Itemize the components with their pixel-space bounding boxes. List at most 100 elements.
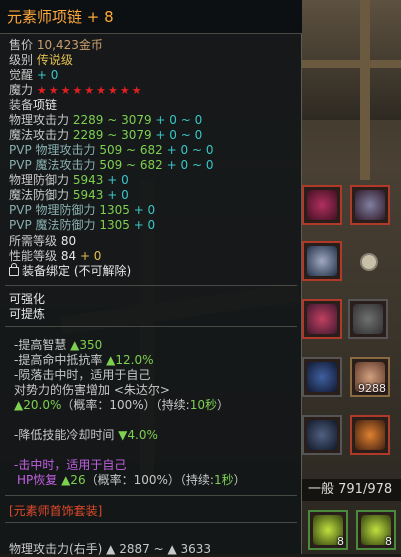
divider bbox=[5, 495, 297, 496]
req-level-label: 所需等级 bbox=[9, 234, 58, 248]
stat-base: 5943 bbox=[72, 173, 104, 187]
divider bbox=[5, 326, 297, 327]
effect-text: -击中时，适用于自己 bbox=[14, 458, 127, 472]
stat-base: 509 ~ 682 bbox=[99, 143, 163, 157]
awaken-row: 觉醒 + 0 bbox=[9, 68, 58, 83]
sword-icon bbox=[355, 420, 385, 450]
set-name: [元素师首饰套装] bbox=[9, 504, 103, 518]
magic-stars: ★★★★★★★★★ bbox=[36, 84, 144, 97]
grade-row: 级别 传说级 bbox=[9, 53, 73, 68]
inventory-slot[interactable] bbox=[302, 299, 342, 339]
inventory-slot[interactable]: 9288 bbox=[350, 357, 390, 397]
req-level-row: 所需等级 80 bbox=[9, 234, 76, 249]
stat-label: 魔法攻击力 bbox=[9, 128, 70, 142]
item-count: 9288 bbox=[358, 382, 386, 395]
inventory-slot[interactable] bbox=[302, 357, 342, 397]
stat-base: 2289 ~ 3079 bbox=[72, 128, 152, 142]
inventory-slot[interactable] bbox=[350, 185, 390, 225]
effect-row: 对势力的伤害增加 <朱达尔> bbox=[14, 383, 170, 398]
stat-bonus: + 0 ~ 0 bbox=[162, 158, 214, 172]
effect-text: ） bbox=[217, 398, 230, 412]
effect-duration: 10秒 bbox=[189, 398, 217, 412]
stat-base: 509 ~ 682 bbox=[99, 158, 163, 172]
inventory-slot[interactable] bbox=[348, 299, 388, 339]
inventory-tab-label[interactable]: 一般 791/978 bbox=[300, 479, 401, 501]
price-value: 10,423 bbox=[36, 38, 79, 52]
orb-icon bbox=[307, 246, 337, 276]
slot-toggle-button[interactable] bbox=[360, 253, 378, 271]
equip-label: 装备 bbox=[9, 98, 34, 112]
grade-value: 传说级 bbox=[36, 53, 73, 67]
inventory-slot[interactable] bbox=[302, 185, 342, 225]
stat-base: 1305 bbox=[99, 218, 130, 232]
price-unit: 金币 bbox=[78, 38, 103, 52]
effect-text: 对势力的伤害增加 <朱达尔> bbox=[14, 383, 170, 397]
stat-row: PVP 物理攻击力 509 ~ 682 + 0 ~ 0 bbox=[9, 143, 213, 158]
stat-row: 物理防御力 5943 + 0 bbox=[9, 173, 129, 188]
equip-row: 装备项链 bbox=[9, 98, 57, 113]
necklace-icon bbox=[355, 190, 385, 220]
stat-row: 魔法攻击力 2289 ~ 3079 + 0 ~ 0 bbox=[9, 128, 202, 143]
hp-row: HP恢复 ▲26（概率：100%）（持续:1秒） bbox=[17, 473, 246, 488]
magic-row: 魔力 ★★★★★★★★★ bbox=[9, 83, 144, 98]
stat-label: PVP 魔法防御力 bbox=[9, 218, 96, 232]
refine-text: 可提炼 bbox=[9, 307, 46, 321]
armor-icon bbox=[307, 362, 337, 392]
item-name: 元素师项链 + 8 bbox=[7, 8, 114, 26]
effect-value: ▲350 bbox=[70, 338, 103, 352]
bracelet-icon bbox=[307, 304, 337, 334]
stat-label: PVP 物理攻击力 bbox=[9, 143, 96, 157]
inventory-slot[interactable] bbox=[350, 415, 390, 455]
perf-level-value: 84 bbox=[60, 249, 77, 263]
effect-row: -提高智慧 ▲350 bbox=[14, 338, 102, 353]
price-label: 售价 bbox=[9, 38, 34, 52]
cooldown-row: -降低技能冷却时间 ▼4.0% bbox=[14, 428, 158, 443]
item-tooltip: 元素师项链 + 8 售价 10,423金币 级别 传说级 觉醒 + 0 魔力 ★… bbox=[0, 0, 302, 557]
item-count: 8 bbox=[337, 535, 344, 548]
price-row: 售价 10,423金币 bbox=[9, 38, 103, 53]
stat-label: 物理防御力 bbox=[9, 173, 70, 187]
perf-level-bonus: + 0 bbox=[76, 249, 102, 263]
effect-duration: 1秒 bbox=[213, 473, 234, 487]
hit-row: -击中时，适用于自己 bbox=[14, 458, 126, 473]
effect-row: ▲20.0%（概率：100%）（持续:10秒） bbox=[14, 398, 229, 413]
effect-text: -提高智慧 bbox=[14, 338, 71, 352]
stat-label: PVP 魔法攻击力 bbox=[9, 158, 96, 172]
weapon-icon bbox=[307, 420, 337, 450]
perf-level-row: 性能等级 84 + 0 bbox=[9, 249, 101, 264]
awaken-label: 觉醒 bbox=[9, 68, 34, 82]
stat-bonus: + 0 bbox=[103, 188, 129, 202]
effect-text: -降低技能冷却时间 bbox=[14, 428, 119, 442]
stone-icon bbox=[353, 304, 383, 334]
lock-icon bbox=[9, 263, 19, 276]
effect-value: ▲12.0% bbox=[106, 353, 154, 367]
req-level-value: 80 bbox=[60, 234, 77, 248]
grade-label: 级别 bbox=[9, 53, 34, 67]
stat-label: 物理攻击力 bbox=[9, 113, 70, 127]
inventory-slot[interactable]: 8 bbox=[308, 510, 348, 550]
stat-row: PVP 魔法攻击力 509 ~ 682 + 0 ~ 0 bbox=[9, 158, 213, 173]
compare-row: 物理攻击力(右手) ▲ 2887 ~ ▲ 3633 bbox=[9, 542, 211, 557]
inventory-slot[interactable] bbox=[302, 415, 342, 455]
stat-row: PVP 物理防御力 1305 + 0 bbox=[9, 203, 155, 218]
enhance-text: 可强化 bbox=[9, 292, 46, 306]
effect-value: ▼4.0% bbox=[118, 428, 158, 442]
stat-row: 魔法防御力 5943 + 0 bbox=[9, 188, 129, 203]
effect-text: -提高命中抵抗率 bbox=[14, 353, 107, 367]
effect-value: ▲20.0% bbox=[14, 398, 62, 412]
magic-label: 魔力 bbox=[9, 83, 34, 97]
effect-text: （概率：100%）（持续: bbox=[85, 473, 214, 487]
inventory-slot[interactable]: 8 bbox=[356, 510, 396, 550]
stat-row: 物理攻击力 2289 ~ 3079 + 0 ~ 0 bbox=[9, 113, 202, 128]
enhance-row: 可强化 bbox=[9, 292, 45, 307]
effect-text: HP恢复 bbox=[17, 473, 62, 487]
refine-row: 可提炼 bbox=[9, 307, 45, 322]
stat-base: 2289 ~ 3079 bbox=[72, 113, 152, 127]
divider bbox=[5, 522, 297, 523]
effect-text: ） bbox=[233, 473, 246, 487]
inventory-slot[interactable] bbox=[302, 241, 342, 281]
tooltip-header: 元素师项链 + 8 bbox=[0, 0, 302, 34]
stat-bonus: + 0 bbox=[103, 173, 129, 187]
stat-base: 5943 bbox=[72, 188, 104, 202]
stat-row: PVP 魔法防御力 1305 + 0 bbox=[9, 218, 155, 233]
